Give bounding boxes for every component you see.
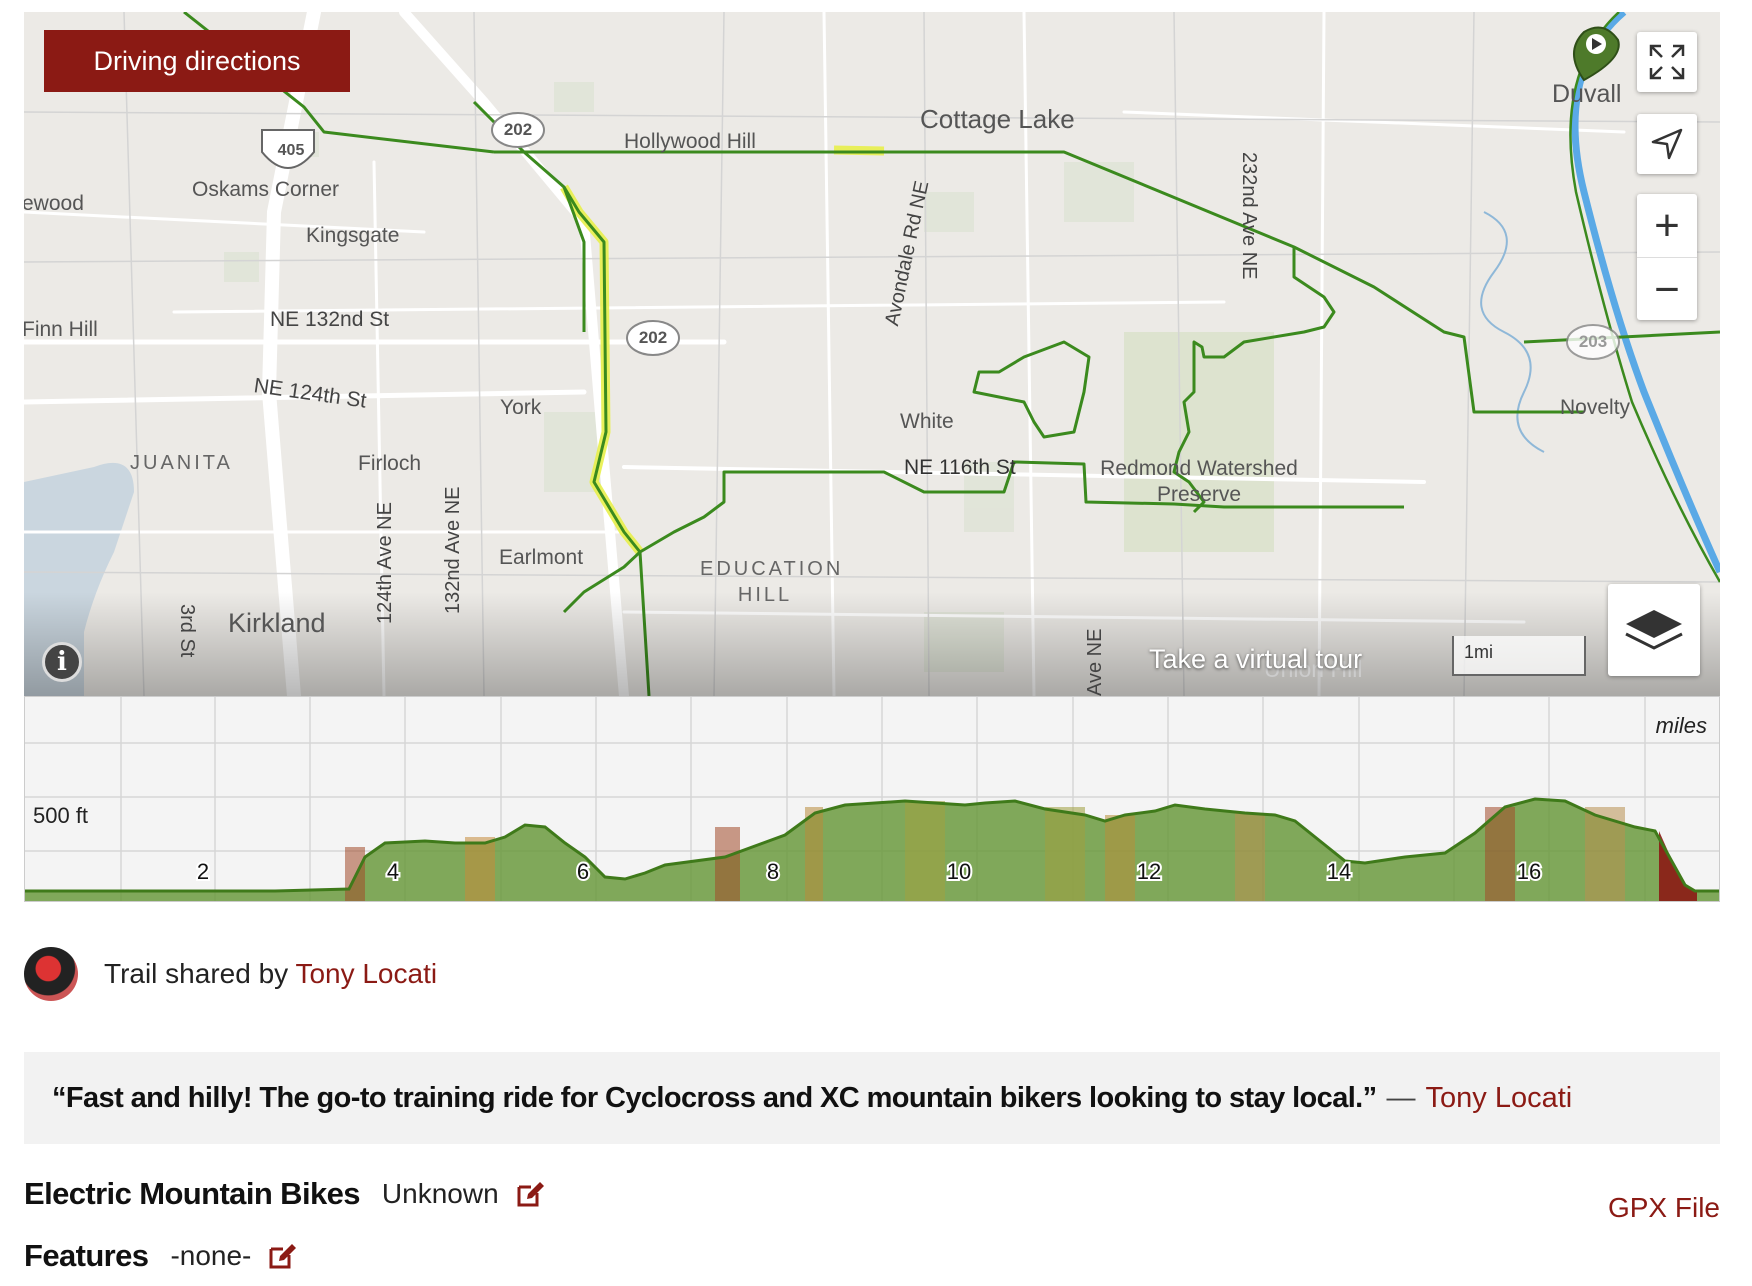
shield-202-label: 202 bbox=[503, 120, 533, 139]
map-label-3rd-st: 3rd St bbox=[176, 604, 198, 658]
plus-icon: + bbox=[1654, 200, 1680, 250]
ebikes-label: Electric Mountain Bikes bbox=[24, 1176, 361, 1211]
map-layers-button[interactable] bbox=[1608, 584, 1700, 676]
map-label-juanita: JUANITA bbox=[130, 452, 233, 474]
trailhead-marker-icon[interactable] bbox=[1573, 26, 1620, 82]
edit-icon[interactable] bbox=[267, 1241, 297, 1271]
shield-202b-label: 202 bbox=[638, 328, 668, 347]
map-label-ewood: ewood bbox=[24, 192, 84, 215]
map-label-novelty: Novelty bbox=[1560, 396, 1631, 419]
elevation-tick-6: 6 bbox=[577, 859, 589, 884]
zoom-in-button[interactable]: + bbox=[1637, 194, 1697, 258]
elevation-tick-14: 14 bbox=[1327, 859, 1351, 884]
trail-map[interactable]: Cottage Lake Hollywood Hill Oskams Corne… bbox=[24, 12, 1720, 696]
map-label-232nd: 232nd Ave NE bbox=[1238, 152, 1260, 280]
map-label-cottage-lake: Cottage Lake bbox=[920, 104, 1075, 134]
elevation-tick-8: 8 bbox=[767, 859, 779, 884]
elevation-tick-12: 12 bbox=[1137, 859, 1161, 884]
elevation-tick-16: 16 bbox=[1517, 859, 1541, 884]
elevation-chart[interactable]: 2 4 6 8 10 12 14 16 bbox=[25, 697, 1720, 902]
driving-directions-button[interactable]: Driving directions bbox=[44, 30, 350, 92]
map-label-firloch: Firloch bbox=[358, 452, 422, 475]
shared-by-prefix: Trail shared by bbox=[104, 958, 289, 989]
locate-me-button[interactable] bbox=[1637, 114, 1697, 174]
map-label-duvall: Duvall bbox=[1552, 80, 1622, 108]
map-label-oskams-corner: Oskams Corner bbox=[192, 178, 340, 201]
map-label-earlmont: Earlmont bbox=[499, 546, 584, 569]
zoom-controls: + − bbox=[1637, 194, 1697, 320]
map-label-york: York bbox=[500, 396, 542, 419]
zoom-out-button[interactable]: − bbox=[1637, 258, 1697, 321]
quote-author-link[interactable]: Tony Locati bbox=[1426, 1082, 1573, 1115]
quote-text: “Fast and hilly! The go-to training ride… bbox=[52, 1081, 1377, 1114]
map-label-kingsgate: Kingsgate bbox=[306, 224, 400, 247]
map-label-white: White bbox=[900, 410, 954, 433]
map-label-132nd-ave: 132nd Ave NE bbox=[442, 486, 464, 614]
map-canvas[interactable] bbox=[24, 12, 1720, 696]
quote-dash: — bbox=[1386, 1081, 1416, 1114]
author-link[interactable]: Tony Locati bbox=[295, 958, 437, 989]
elevation-profile[interactable]: 2 4 6 8 10 12 14 16 miles 500 ft bbox=[24, 696, 1720, 902]
map-scale: 1mi bbox=[1452, 636, 1586, 676]
avatar[interactable] bbox=[24, 947, 78, 1001]
fullscreen-button[interactable] bbox=[1637, 32, 1697, 92]
minus-icon: − bbox=[1654, 264, 1680, 314]
ebikes-row: Electric Mountain Bikes Unknown bbox=[24, 1176, 545, 1212]
map-label-kirkland: Kirkland bbox=[228, 608, 326, 638]
elevation-tick-2: 2 bbox=[197, 859, 209, 884]
shared-by-label: Trail shared by Tony Locati bbox=[104, 958, 437, 990]
map-label-ne-116th: NE 116th St bbox=[904, 456, 1016, 479]
layers-icon bbox=[1625, 610, 1683, 650]
gpx-file-link[interactable]: GPX File bbox=[1608, 1192, 1720, 1224]
navigation-arrow-icon bbox=[1651, 128, 1683, 160]
ebikes-value: Unknown bbox=[381, 1178, 499, 1209]
map-label-hollywood-hill: Hollywood Hill bbox=[624, 130, 756, 153]
features-value: -none- bbox=[170, 1240, 252, 1271]
expand-icon bbox=[1649, 44, 1685, 80]
info-icon[interactable]: i bbox=[42, 642, 82, 682]
map-label-education-hill: EDUCATION HILL bbox=[700, 558, 844, 606]
shield-203-label: 203 bbox=[1578, 332, 1608, 351]
map-label-ave-ne: Ave NE bbox=[1084, 628, 1106, 696]
trail-quote: “Fast and hilly! The go-to training ride… bbox=[24, 1052, 1720, 1144]
map-label-124th-ave: 124th Ave NE bbox=[374, 502, 396, 624]
virtual-tour-link[interactable]: Take a virtual tour bbox=[1149, 644, 1362, 675]
map-label-finn-hill: Finn Hill bbox=[24, 318, 98, 341]
features-row: Features -none- bbox=[24, 1238, 297, 1274]
edit-icon[interactable] bbox=[515, 1179, 545, 1209]
elevation-tick-4: 4 bbox=[387, 859, 399, 884]
elevation-tick-10: 10 bbox=[947, 859, 971, 884]
trail-author: Trail shared by Tony Locati bbox=[24, 946, 437, 1002]
features-label: Features bbox=[24, 1238, 149, 1273]
elevation-y-label: 500 ft bbox=[33, 803, 89, 828]
map-label-watershed: Redmond Watershed Preserve bbox=[1100, 457, 1298, 506]
shield-405-label: 405 bbox=[277, 142, 305, 159]
elevation-unit: miles bbox=[1655, 713, 1707, 738]
map-label-ne-132nd: NE 132nd St bbox=[270, 308, 390, 331]
